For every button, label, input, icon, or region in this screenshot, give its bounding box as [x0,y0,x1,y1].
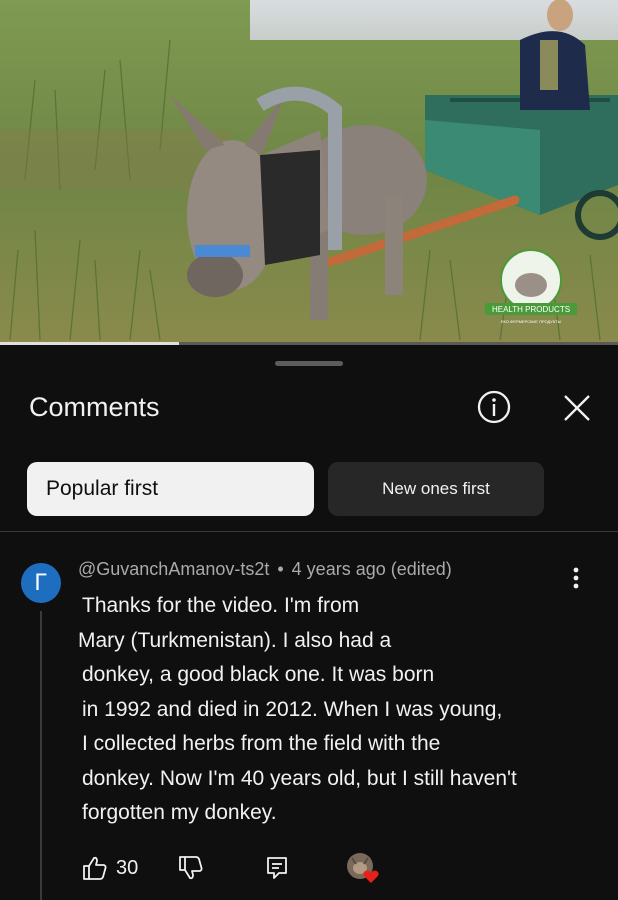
video-frame: HEALTH PRODUCTS ЕКО-ФЕРМЕРСКИЕ ПРОДУКТЫ [0,0,618,345]
comments-panel: Comments Popular first New ones first Г … [0,345,618,900]
meta-separator: • [277,559,284,579]
watermark-subtext: ЕКО-ФЕРМЕРСКИЕ ПРОДУКТЫ [501,319,562,324]
watermark-text: HEALTH PRODUCTS [492,305,570,314]
reply-icon [267,857,287,879]
panel-title: Comments [29,392,160,422]
comment-line: donkey, a good black one. It was born [82,663,435,686]
info-circle-icon [477,390,511,424]
close-button[interactable] [560,391,594,425]
comment-actions: 30 [82,850,402,886]
video-player[interactable]: HEALTH PRODUCTS ЕКО-ФЕРМЕРСКИЕ ПРОДУКТЫ [0,0,618,345]
like-count: 30 [116,856,139,879]
comment-line: forgotten my donkey. [82,801,277,824]
thumbs-up-icon [83,856,107,880]
thumbs-down-icon [179,856,203,880]
comment-time: 4 years ago (edited) [291,559,452,579]
sort-chip-newest-label: New ones first [382,479,490,498]
comment-line: donkey. Now I'm 40 years old, but I stil… [82,766,517,790]
thread-line [40,611,42,900]
avatar-letter: Г [34,570,48,596]
comment-line: I collected herbs from the field with th… [82,732,441,755]
avatar[interactable]: Г [21,563,61,603]
close-x-icon [564,395,590,421]
info-button[interactable] [476,389,512,425]
dislike-button[interactable] [178,850,204,886]
comment-line: Thanks for the video. I'm from [82,594,360,617]
creator-heart[interactable] [344,850,384,886]
drag-handle[interactable] [275,361,343,366]
creator-heart-icon [347,853,379,883]
comment-line: in 1992 and died in 2012. When I was you… [82,697,503,721]
like-button[interactable]: 30 [82,850,138,886]
sort-chip-newest[interactable]: New ones first [328,462,544,516]
more-vertical-icon [573,567,579,589]
divider [0,531,618,532]
comment-line: Mary (Turkmenistan). I also had a [78,628,392,652]
comment-meta: @GuvanchAmanov-ts2t • 4 years ago (edited) [78,559,452,580]
sort-chip-popular[interactable]: Popular first [27,462,314,516]
sort-chip-popular-label: Popular first [46,477,159,500]
reply-button[interactable] [265,850,289,886]
more-options-button[interactable] [566,565,586,591]
comment-author[interactable]: @GuvanchAmanov-ts2t [78,559,269,579]
comment-body: Thanks for the video. I'm from Mary (Tur… [78,589,552,831]
